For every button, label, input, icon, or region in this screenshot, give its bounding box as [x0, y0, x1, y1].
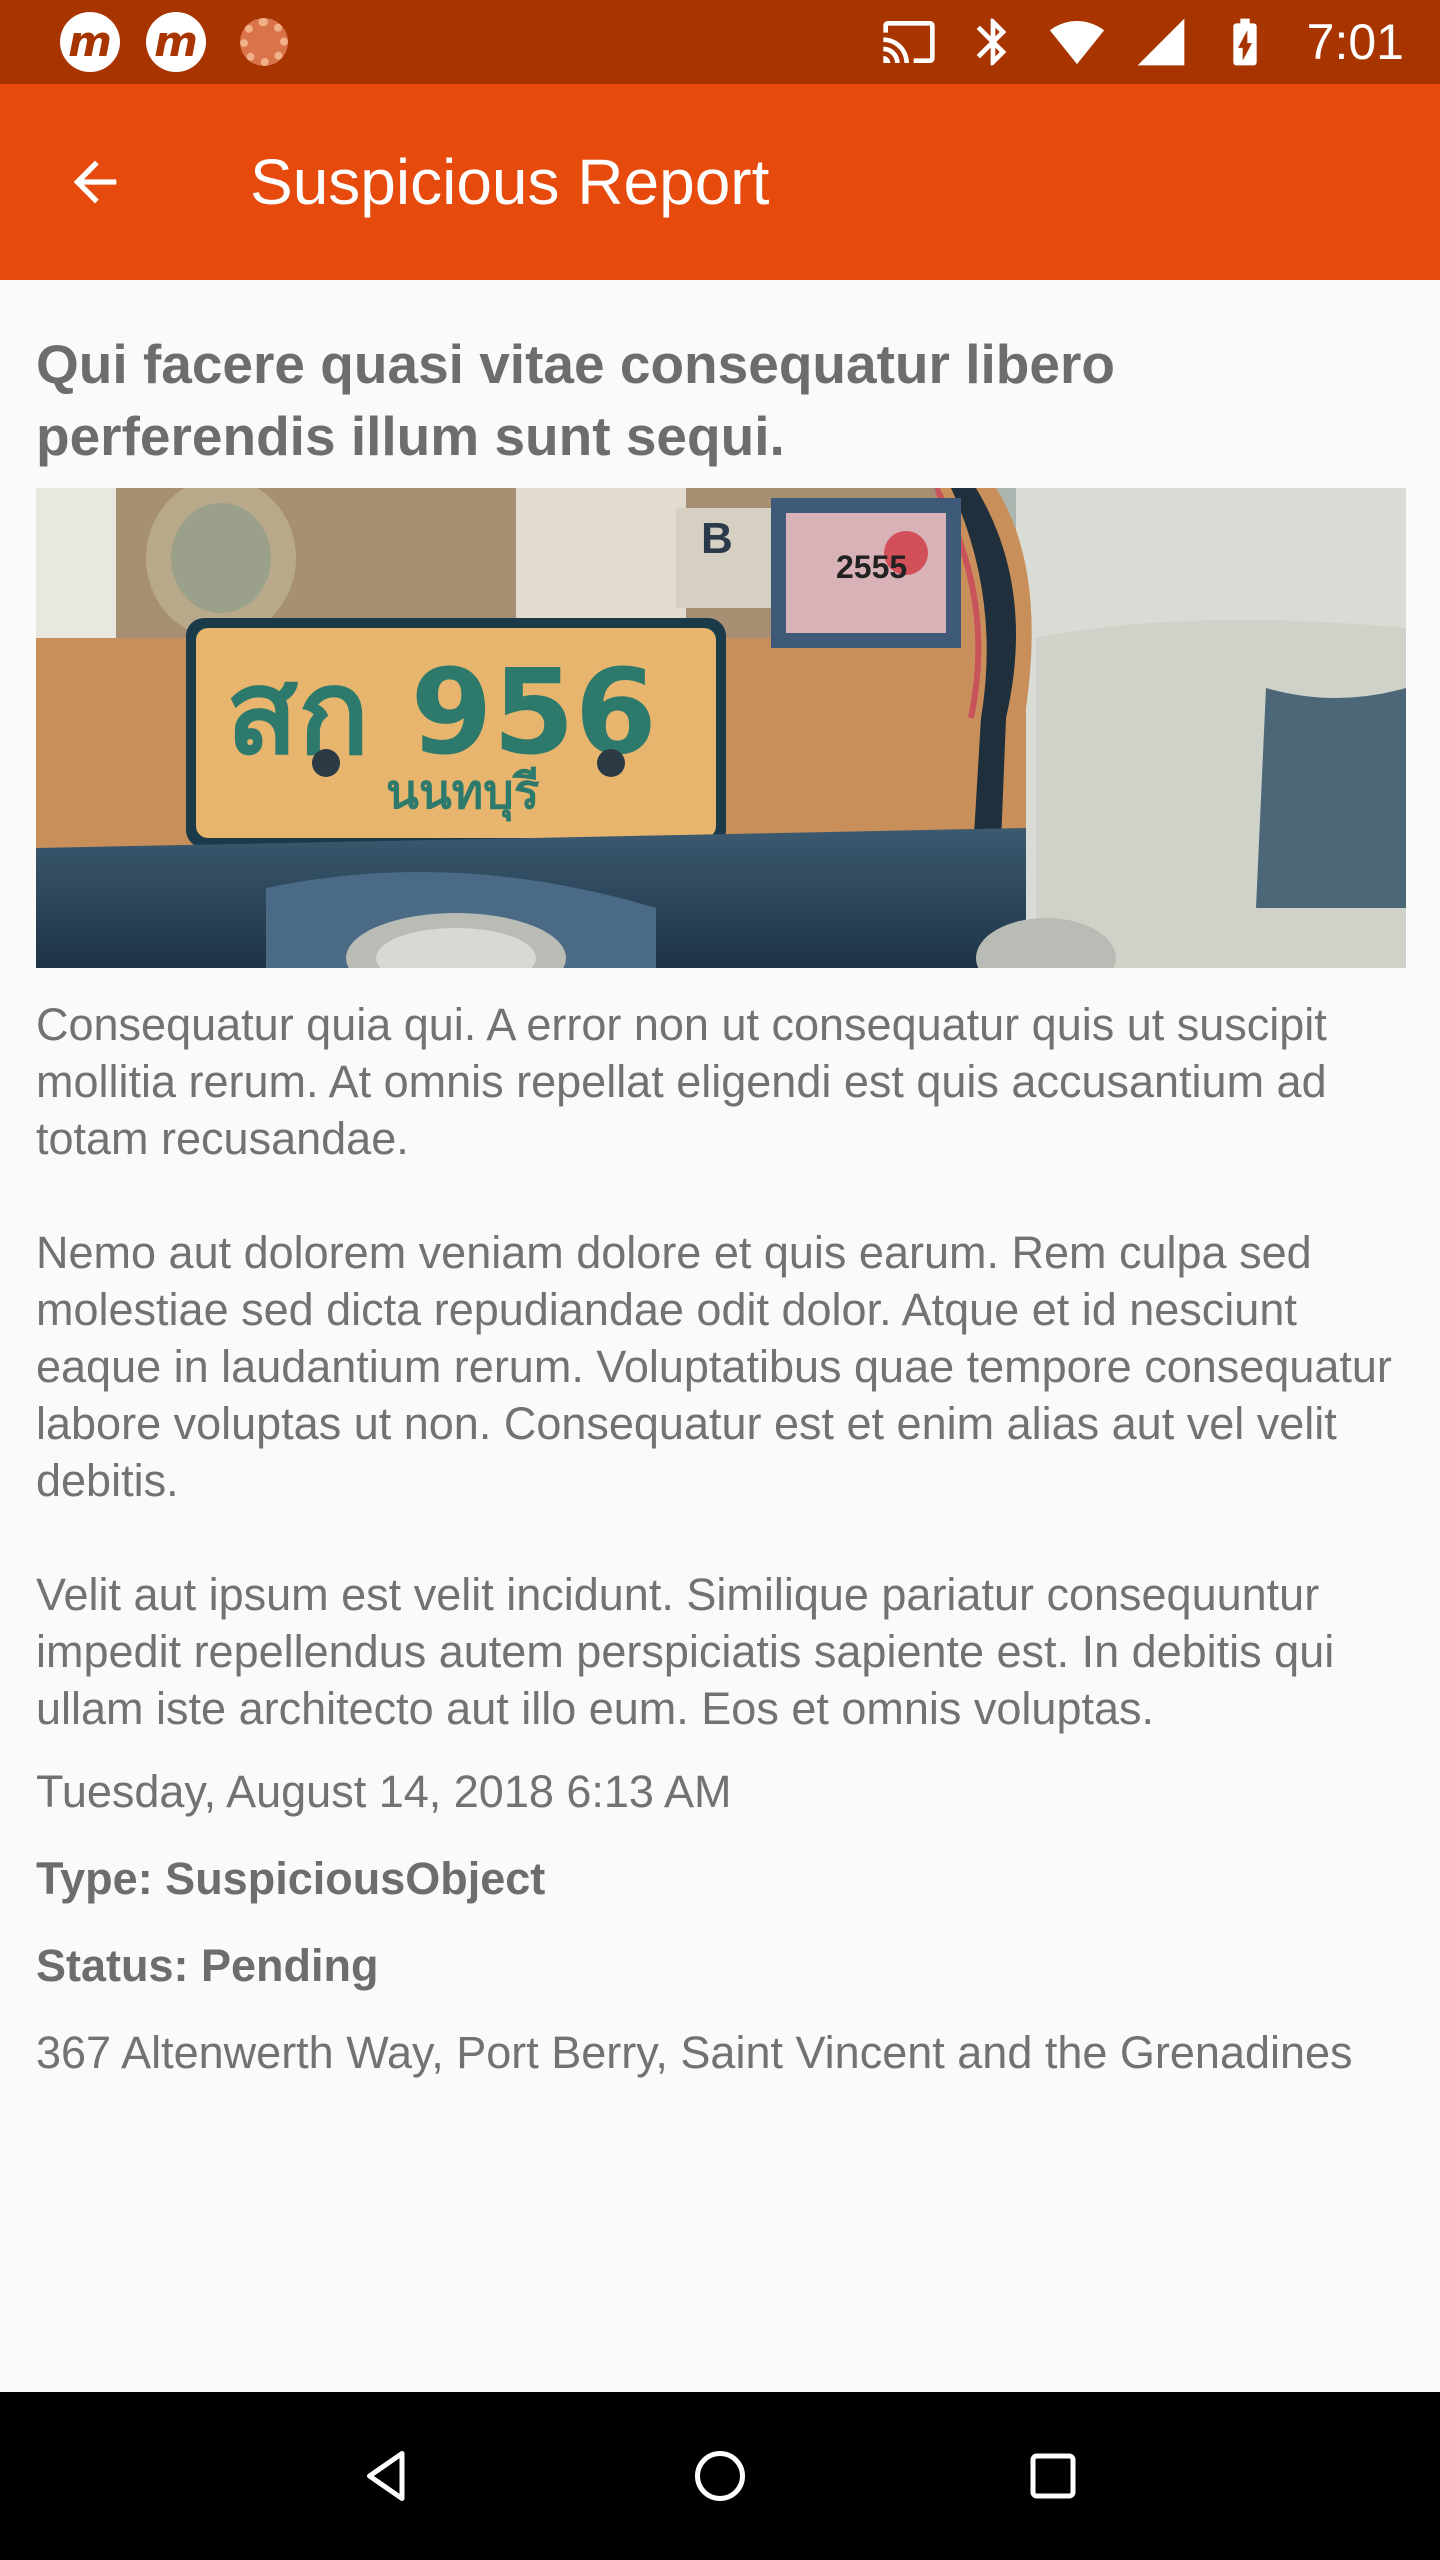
- signal-icon: [1137, 18, 1185, 66]
- report-headline: Qui facere quasi vitae consequatur liber…: [36, 333, 1115, 467]
- clock: 7:01: [1306, 14, 1404, 70]
- home-circle-icon: [694, 2451, 745, 2501]
- svg-text:B: B: [701, 514, 733, 563]
- system-navigation-bar: [0, 2392, 1440, 2560]
- report-description: Consequatur quia qui. A error non ut con…: [36, 999, 1392, 1734]
- report-status: Status: Pending: [36, 1940, 379, 1991]
- svg-text:สก 956: สก 956: [226, 643, 657, 781]
- nav-home-button[interactable]: [670, 2426, 770, 2526]
- notification-m-icon: m: [146, 12, 206, 72]
- report-type: Type: SuspiciousObject: [36, 1853, 546, 1904]
- toolbar: Suspicious Report: [0, 84, 1440, 280]
- report-details: Qui facere quasi vitae consequatur liber…: [36, 280, 1406, 2081]
- nav-back-button[interactable]: [337, 2426, 437, 2526]
- battery-charging-icon: [1233, 18, 1257, 66]
- back-button[interactable]: [30, 117, 160, 247]
- page-title: Suspicious Report: [250, 146, 770, 218]
- report-photo: B 2555 สก 956 นนทบุรี: [36, 488, 1406, 968]
- loading-notification-icon: [240, 18, 288, 66]
- svg-text:2555: 2555: [836, 549, 907, 585]
- wifi-icon: [1049, 21, 1104, 65]
- notification-icons: m m: [60, 12, 288, 72]
- notification-m-icon: m: [60, 12, 120, 72]
- report-address: 367 Altenwerth Way, Port Berry, Saint Vi…: [36, 2027, 1353, 2078]
- report-date: Tuesday, August 14, 2018 6:13 AM: [36, 1766, 732, 1817]
- system-icons: 7:01: [881, 13, 1404, 71]
- svg-text:นนทบุรี: นนทบุรี: [386, 764, 540, 822]
- recents-square-icon: [1030, 2453, 1076, 2499]
- back-triangle-icon: [366, 2451, 405, 2501]
- arrow-back-icon: [73, 160, 117, 204]
- nav-recents-button[interactable]: [1003, 2426, 1103, 2526]
- status-bar: m m 7:01: [0, 0, 1440, 84]
- cast-icon: [883, 21, 935, 63]
- bluetooth-icon: [976, 18, 1006, 66]
